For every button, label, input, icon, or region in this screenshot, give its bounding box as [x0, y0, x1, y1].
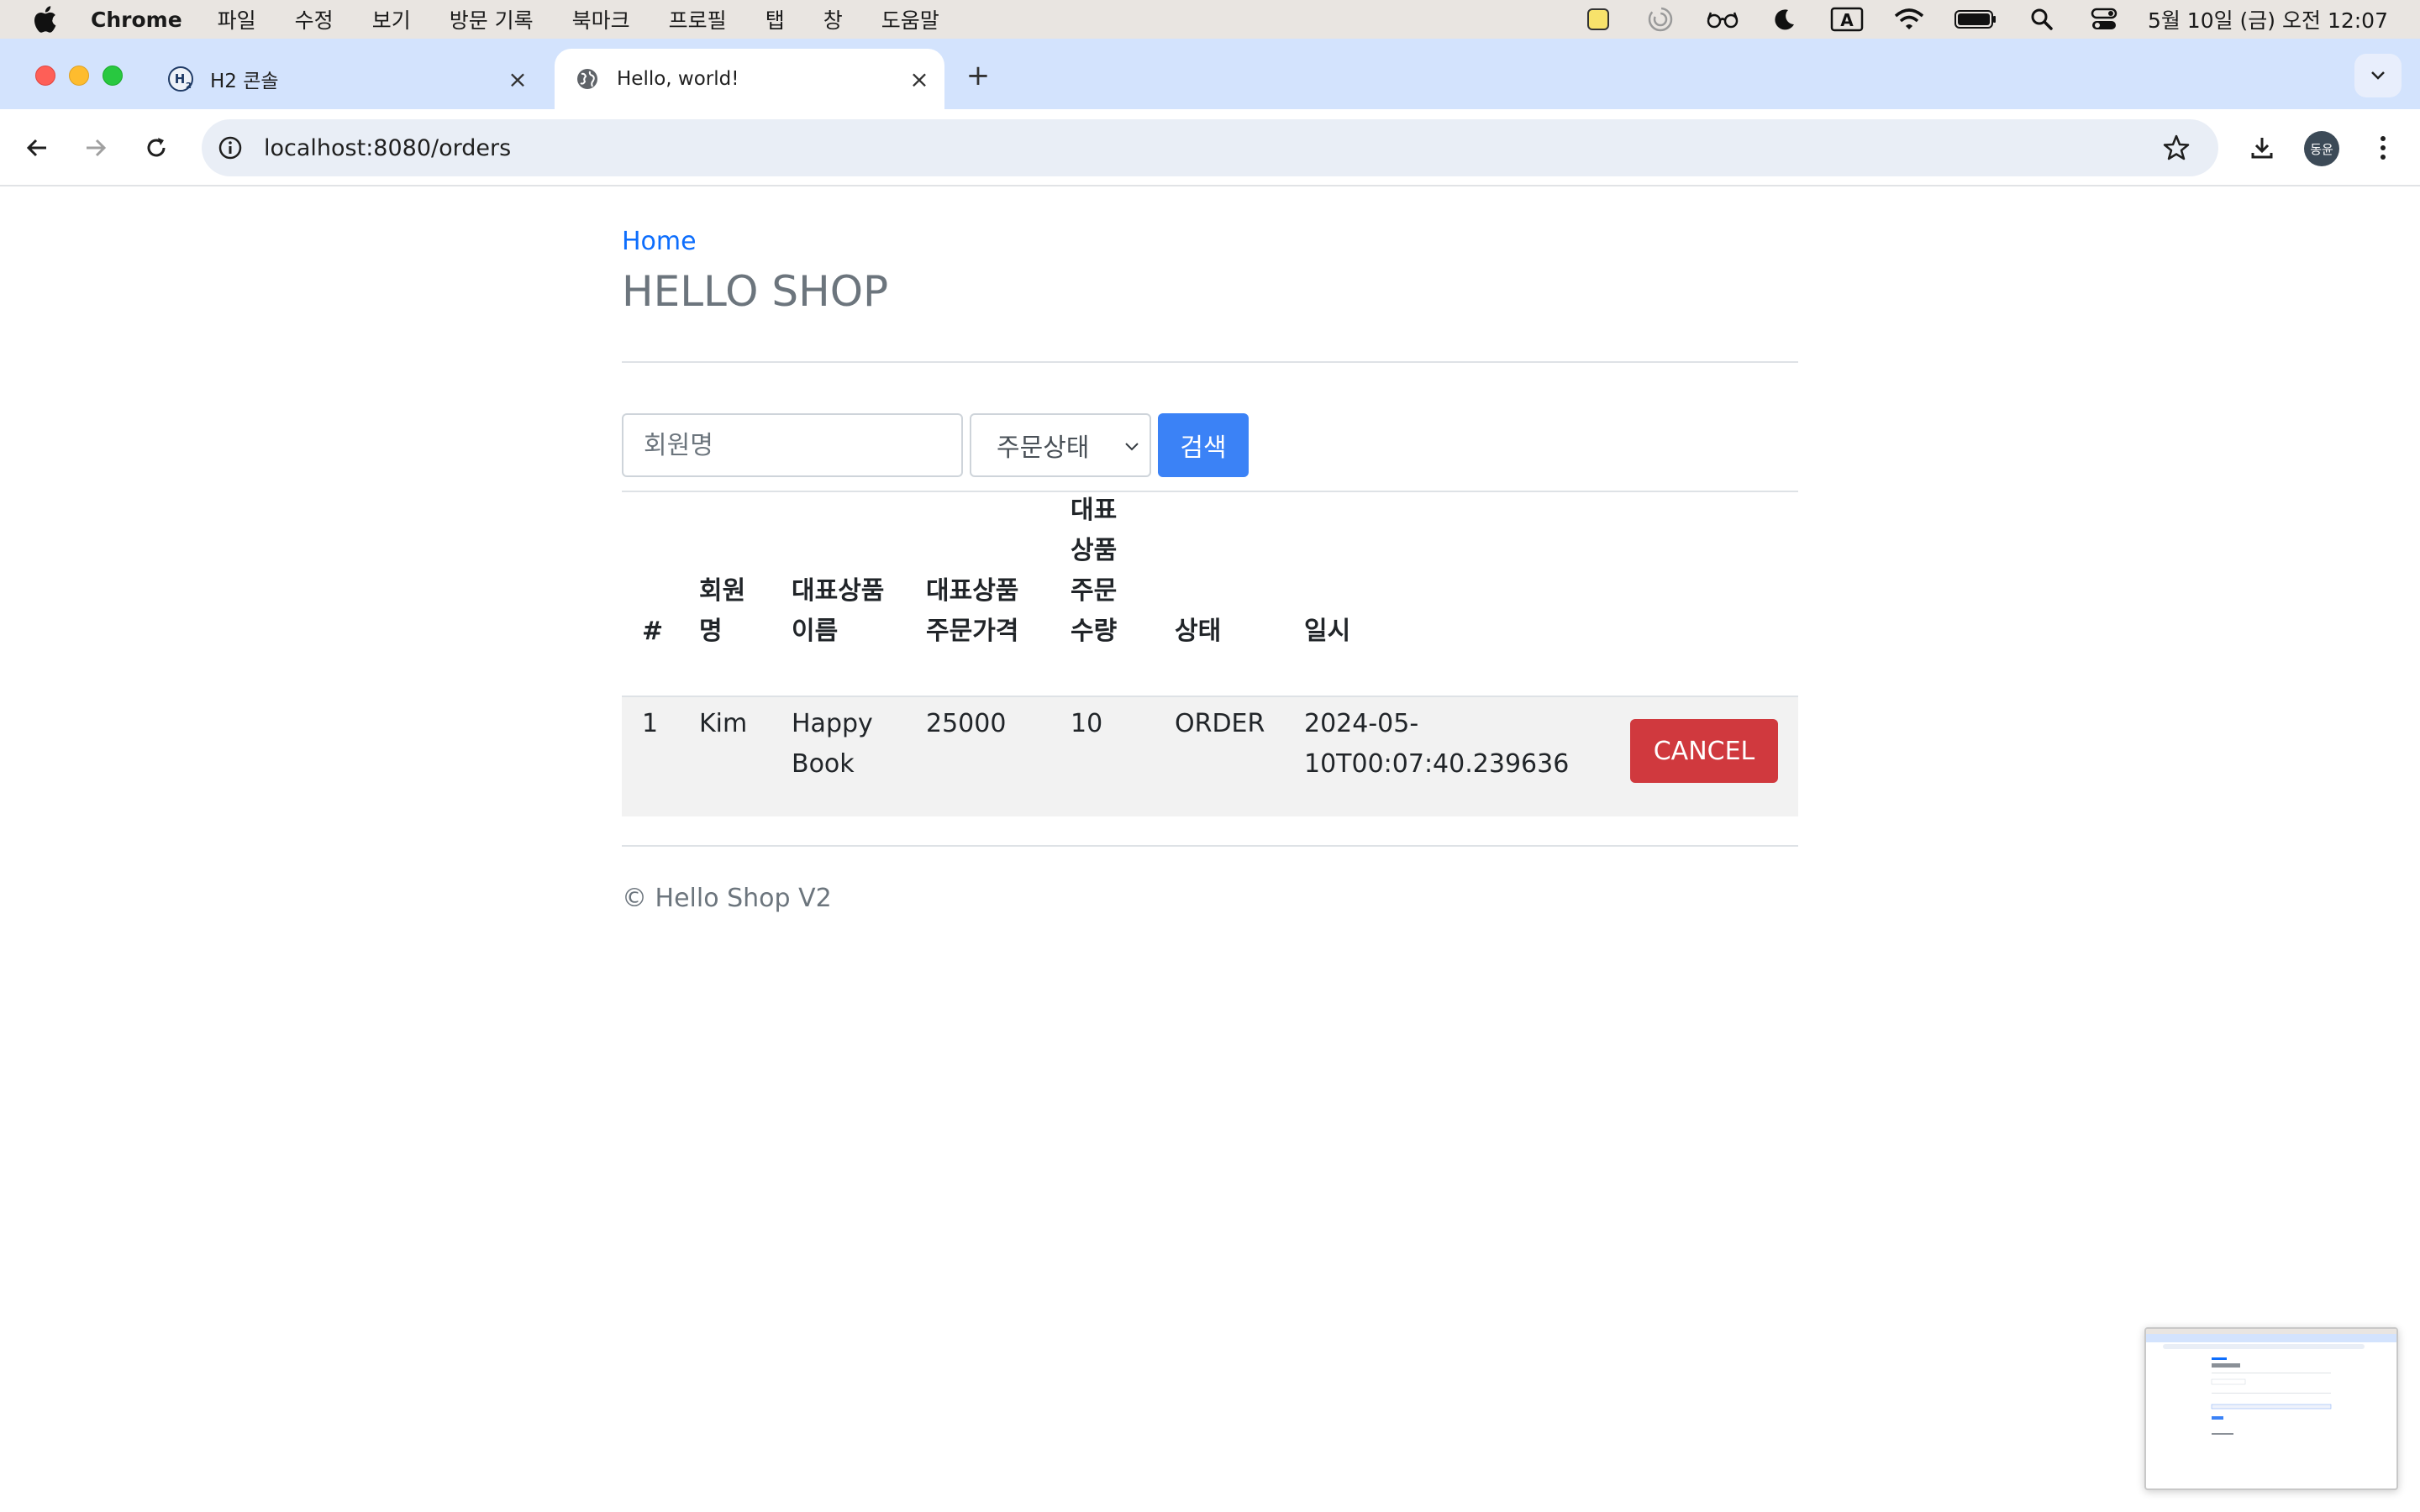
tab-title: Hello, world!	[617, 68, 739, 90]
menu-help[interactable]: 도움말	[881, 4, 939, 34]
menu-tab[interactable]: 탭	[765, 4, 785, 34]
tab-title: H2 콘솔	[210, 71, 279, 92]
tab-hello-world[interactable]: Hello, world! ×	[555, 49, 944, 109]
url-text[interactable]: localhost:8080/orders	[264, 135, 2158, 161]
order-status-select[interactable]: 주문상태	[970, 413, 1151, 477]
menu-view[interactable]: 보기	[372, 4, 411, 34]
table-header-item-name: 대표상품 이름	[792, 576, 885, 646]
page-title: HELLO SHOP	[622, 267, 889, 316]
table-top-border	[622, 491, 1798, 492]
table-header-item-count: 대표 상품 주문 수량	[1071, 496, 1118, 646]
browser-toolbar: localhost:8080/orders 동윤	[0, 109, 2420, 186]
glasses-icon[interactable]	[1704, 0, 1741, 39]
window-close-button[interactable]	[35, 66, 55, 86]
table-header-status: 상태	[1175, 617, 1222, 646]
tab-close-icon[interactable]: ×	[906, 66, 933, 93]
cell-item-name: Happy Book	[792, 709, 873, 779]
table-header-item-price: 대표상품 주문가격	[926, 576, 1019, 646]
tab-strip: H2 H2 콘솔 × Hello, world! × +	[0, 39, 2420, 109]
table-header-member: 회원 명	[699, 576, 746, 646]
menu-window[interactable]: 창	[823, 4, 843, 34]
download-icon[interactable]	[2244, 129, 2281, 166]
menu-app-name[interactable]: Chrome	[91, 8, 182, 32]
cell-count: 10	[1071, 709, 1103, 738]
order-status-selected: 주문상태	[997, 433, 1090, 463]
more-options-icon[interactable]	[2365, 129, 2402, 166]
control-center-icon[interactable]	[2086, 0, 2123, 39]
stickies-icon[interactable]	[1580, 0, 1617, 39]
footer-divider	[622, 845, 1798, 847]
screenshot-thumbnail[interactable]	[2144, 1327, 2398, 1490]
menu-bookmarks[interactable]: 북마크	[572, 4, 630, 34]
window-minimize-button[interactable]	[69, 66, 89, 86]
menu-profiles[interactable]: 프로필	[669, 4, 727, 34]
forward-arrow-icon[interactable]	[77, 129, 114, 166]
svg-text:2: 2	[186, 81, 192, 91]
menubar-clock[interactable]: 5월 10일 (금) 오전 12:07	[2148, 4, 2388, 34]
menu-file[interactable]: 파일	[218, 4, 256, 34]
search-button[interactable]: 검색	[1158, 413, 1249, 477]
table-header-date: 일시	[1304, 617, 1351, 646]
search-form: 주문상태 검색	[622, 413, 1249, 477]
focus-swirl-icon[interactable]	[1642, 0, 1679, 39]
battery-icon[interactable]	[1953, 0, 1998, 39]
cell-status: ORDER	[1175, 709, 1265, 738]
globe-icon	[573, 65, 602, 93]
site-info-icon[interactable]	[213, 131, 247, 165]
cell-price: 25000	[926, 709, 1007, 738]
profile-avatar[interactable]: 동윤	[2304, 131, 2339, 166]
new-tab-icon[interactable]: +	[961, 59, 995, 92]
input-source-icon[interactable]: A	[1828, 0, 1865, 39]
apple-icon[interactable]	[32, 3, 60, 36]
reload-icon[interactable]	[138, 129, 175, 166]
status-area: A 5월 10일 (금) 오전 12:07	[1580, 0, 2420, 39]
cell-order-id: 1	[642, 709, 659, 738]
svg-text:H: H	[175, 71, 186, 87]
member-name-input[interactable]	[622, 413, 963, 477]
address-bar[interactable]: localhost:8080/orders	[202, 119, 2218, 176]
home-link[interactable]: Home	[622, 227, 697, 256]
svg-text:A: A	[1840, 10, 1854, 30]
table-header-number: #	[642, 617, 664, 646]
menu-bar: Chrome 파일 수정 보기 방문 기록 북마크 프로필 탭 창 도움말 A	[0, 0, 2420, 39]
window-zoom-button[interactable]	[103, 66, 123, 86]
chevron-down-icon	[1125, 443, 1139, 451]
cancel-order-button[interactable]: CANCEL	[1630, 719, 1778, 783]
tab-search-chevron-icon[interactable]	[2354, 54, 2402, 97]
moon-icon[interactable]	[1766, 0, 1803, 39]
footer-text: © Hello Shop V2	[622, 884, 832, 913]
h2-favicon-icon: H2	[166, 65, 195, 93]
header-divider	[622, 361, 1798, 363]
menu-history[interactable]: 방문 기록	[450, 4, 534, 34]
spotlight-search-icon[interactable]	[2023, 0, 2060, 39]
menu-edit[interactable]: 수정	[295, 4, 334, 34]
bookmark-star-icon[interactable]	[2158, 129, 2195, 166]
cell-date: 2024-05- 10T00:07:40.239636	[1304, 709, 1570, 779]
wifi-icon[interactable]	[1891, 0, 1928, 39]
tab-h2-console[interactable]: H2 H2 콘솔 ×	[148, 49, 543, 109]
cell-member: Kim	[699, 709, 748, 738]
back-arrow-icon[interactable]	[18, 129, 55, 166]
tab-close-icon[interactable]: ×	[504, 66, 531, 93]
